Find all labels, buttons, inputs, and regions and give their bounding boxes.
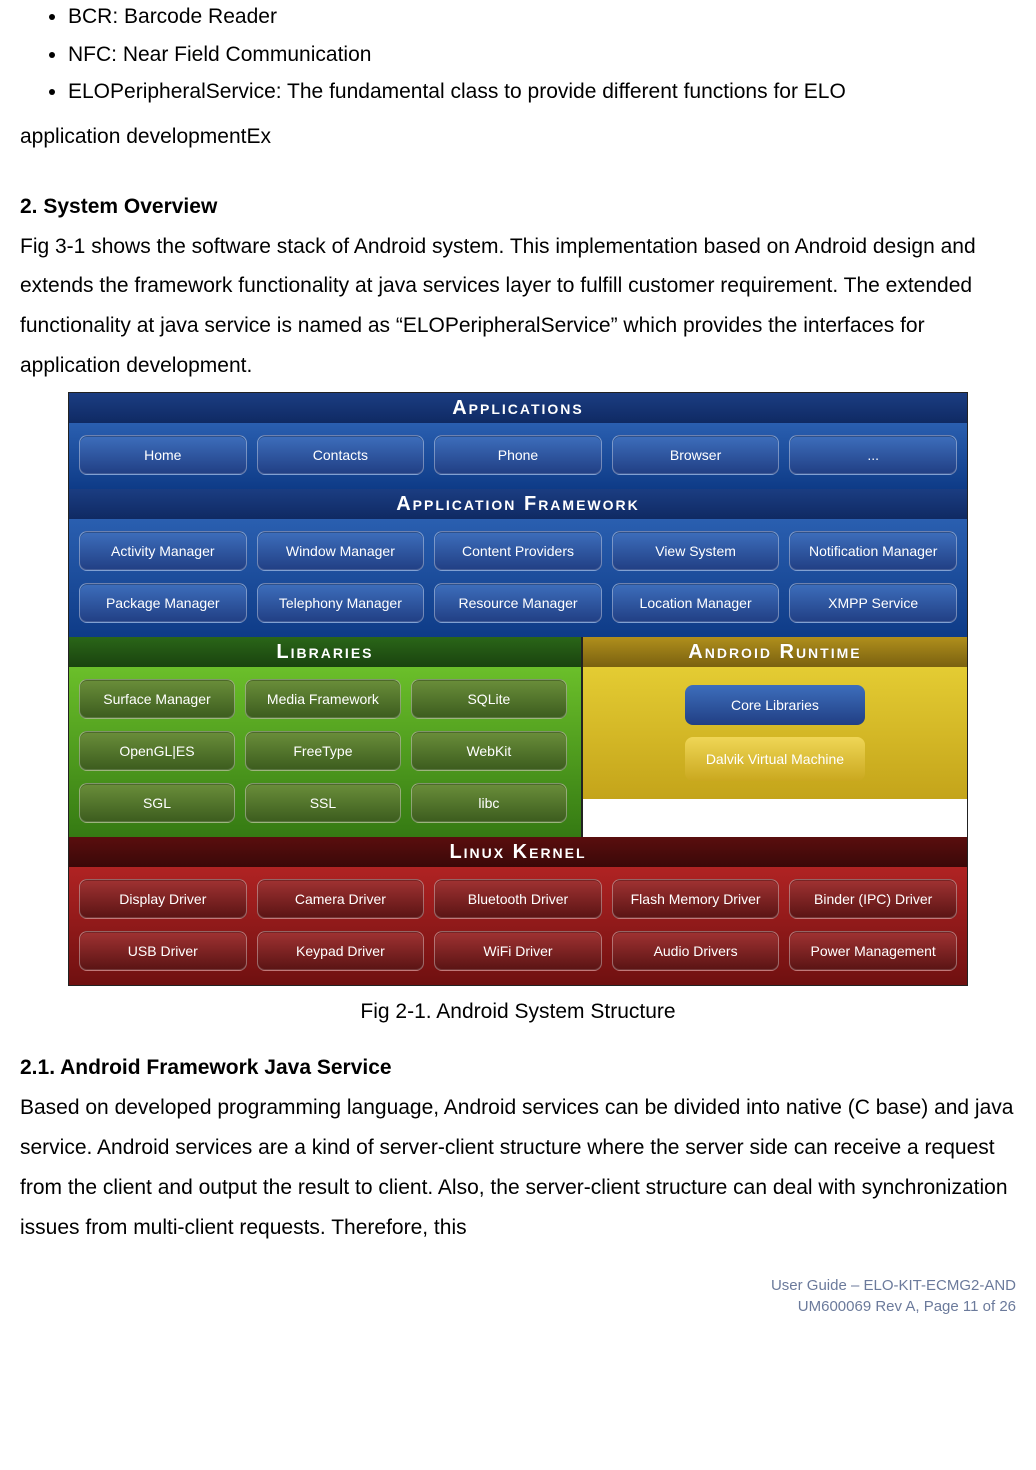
fw-pill: View System xyxy=(612,531,780,571)
fw-pill: XMPP Service xyxy=(789,583,957,623)
section-2-1-paragraph: Based on developed programming language,… xyxy=(20,1088,1016,1248)
kernel-pill: Power Management xyxy=(789,931,957,971)
lib-pill: FreeType xyxy=(245,731,401,771)
fw-pill: Location Manager xyxy=(612,583,780,623)
section-2-1-heading: 2.1. Android Framework Java Service xyxy=(20,1048,1016,1088)
figure-caption: Fig 2-1. Android System Structure xyxy=(20,992,1016,1032)
lib-pill: OpenGL|ES xyxy=(79,731,235,771)
kernel-pill: Camera Driver xyxy=(257,879,425,919)
diagram-applications-title: Applications xyxy=(69,393,967,423)
fw-pill: Notification Manager xyxy=(789,531,957,571)
kernel-pill: Bluetooth Driver xyxy=(434,879,602,919)
runtime-pill: Dalvik Virtual Machine xyxy=(685,737,865,781)
diagram-framework: Application Framework Activity Manager W… xyxy=(69,489,967,637)
lib-pill: SSL xyxy=(245,783,401,823)
lib-pill: Media Framework xyxy=(245,679,401,719)
page-footer: User Guide – ELO-KIT-ECMG2-AND UM600069 … xyxy=(20,1275,1016,1317)
footer-line-1: User Guide – ELO-KIT-ECMG2-AND xyxy=(20,1275,1016,1296)
runtime-pill: Core Libraries xyxy=(685,685,865,725)
diagram-split: Libraries Surface Manager Media Framewor… xyxy=(69,637,967,837)
diagram-libraries-title: Libraries xyxy=(69,637,581,667)
bullet-item: BCR: Barcode Reader xyxy=(68,0,1016,34)
diagram-libraries: Libraries Surface Manager Media Framewor… xyxy=(69,637,581,837)
app-pill: Phone xyxy=(434,435,602,475)
diagram-applications: Applications Home Contacts Phone Browser… xyxy=(69,393,967,489)
fw-pill: Resource Manager xyxy=(434,583,602,623)
kernel-pill: USB Driver xyxy=(79,931,247,971)
kernel-pill: Audio Drivers xyxy=(612,931,780,971)
diagram-runtime-title: Android Runtime xyxy=(583,637,967,667)
section-2-heading: 2. System Overview xyxy=(20,187,1016,227)
fw-pill: Package Manager xyxy=(79,583,247,623)
diagram-runtime: Android Runtime Core Libraries Dalvik Vi… xyxy=(581,637,967,837)
fw-pill: Activity Manager xyxy=(79,531,247,571)
kernel-pill: Display Driver xyxy=(79,879,247,919)
kernel-pill: Keypad Driver xyxy=(257,931,425,971)
app-pill: Home xyxy=(79,435,247,475)
kernel-pill: Flash Memory Driver xyxy=(612,879,780,919)
footer-line-2: UM600069 Rev A, Page 11 of 26 xyxy=(20,1296,1016,1317)
bullet-list: BCR: Barcode Reader NFC: Near Field Comm… xyxy=(20,0,1016,109)
kernel-pill: WiFi Driver xyxy=(434,931,602,971)
bullet-item: ELOPeripheralService: The fundamental cl… xyxy=(68,75,1016,109)
lib-pill: libc xyxy=(411,783,567,823)
android-architecture-diagram: Applications Home Contacts Phone Browser… xyxy=(68,392,968,986)
lib-pill: Surface Manager xyxy=(79,679,235,719)
diagram-kernel-title: Linux Kernel xyxy=(69,837,967,867)
app-pill: Browser xyxy=(612,435,780,475)
kernel-pill: Binder (IPC) Driver xyxy=(789,879,957,919)
diagram-kernel: Linux Kernel Display Driver Camera Drive… xyxy=(69,837,967,985)
lib-pill: SQLite xyxy=(411,679,567,719)
bullet-item: NFC: Near Field Communication xyxy=(68,38,1016,72)
app-pill: Contacts xyxy=(257,435,425,475)
fw-pill: Telephony Manager xyxy=(257,583,425,623)
lib-pill: SGL xyxy=(79,783,235,823)
lib-pill: WebKit xyxy=(411,731,567,771)
app-pill: ... xyxy=(789,435,957,475)
bullet-continuation: application developmentEx xyxy=(20,117,1016,157)
fw-pill: Window Manager xyxy=(257,531,425,571)
fw-pill: Content Providers xyxy=(434,531,602,571)
section-2-paragraph: Fig 3-1 shows the software stack of Andr… xyxy=(20,227,1016,387)
diagram-framework-title: Application Framework xyxy=(69,489,967,519)
